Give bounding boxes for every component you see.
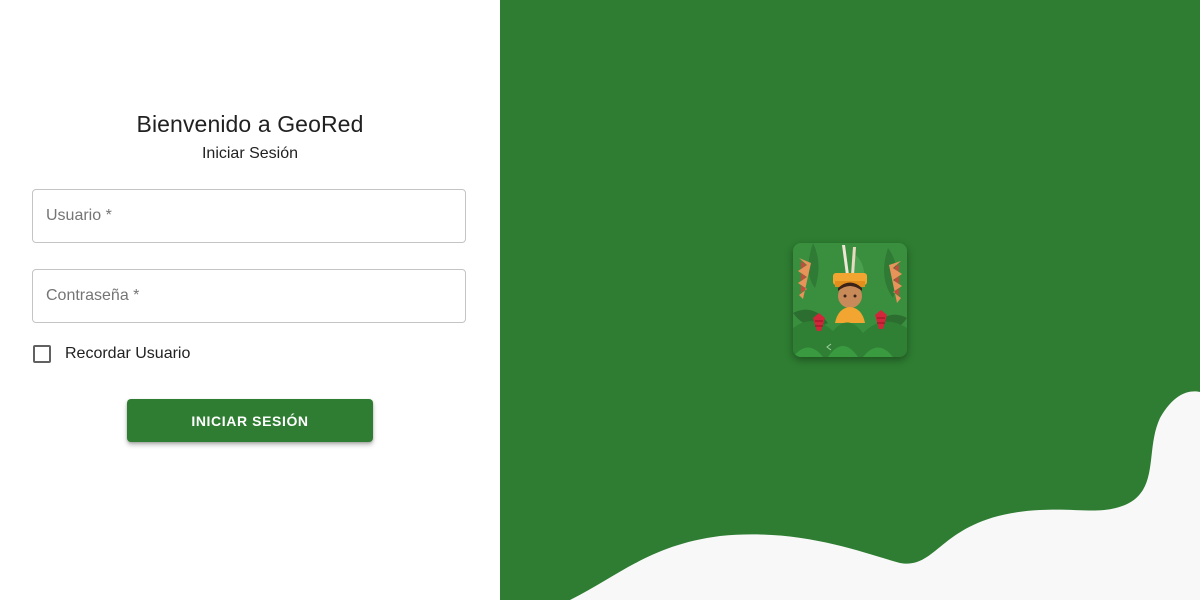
page-subtitle: Iniciar Sesión	[201, 145, 299, 162]
brand-panel	[500, 0, 1200, 600]
password-field[interactable]	[32, 269, 466, 323]
page-title: Bienvenido a GeoRed	[136, 111, 364, 137]
login-button[interactable]: INICIAR SESIÓN	[127, 399, 373, 442]
username-field[interactable]	[32, 189, 466, 243]
geored-logo-icon	[793, 243, 907, 357]
remember-user-option[interactable]: Recordar Usuario	[33, 344, 190, 364]
remember-user-label[interactable]: Recordar Usuario	[65, 345, 190, 363]
checkbox-unchecked-icon[interactable]	[33, 345, 51, 363]
password-input[interactable]	[33, 270, 465, 322]
geored-logo-art	[793, 243, 907, 357]
login-panel: Bienvenido a GeoRed Iniciar Sesión Recor…	[0, 0, 500, 600]
username-input[interactable]	[33, 190, 465, 242]
